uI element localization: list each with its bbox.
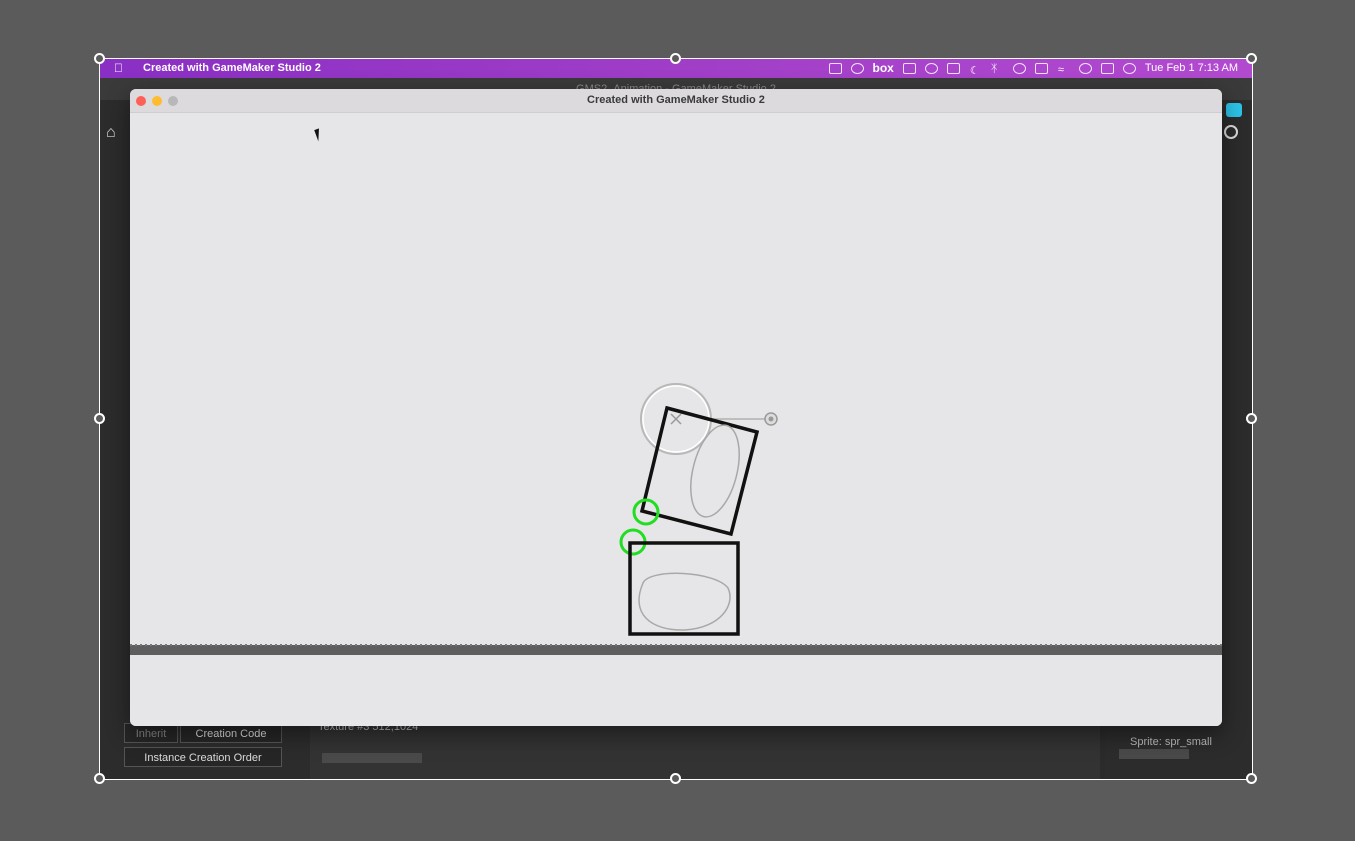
- camera-icon[interactable]: [902, 62, 916, 74]
- game-canvas[interactable]: [130, 113, 1222, 726]
- resize-handle-middle-left[interactable]: [94, 413, 105, 424]
- resize-handle-bottom-center[interactable]: [670, 773, 681, 784]
- creation-code-button[interactable]: Creation Code: [180, 723, 282, 743]
- box-icon[interactable]: box: [873, 61, 894, 75]
- game-window-title: Created with GameMaker Studio 2: [587, 94, 765, 106]
- bluetooth-icon[interactable]: ᛡ: [991, 63, 1004, 75]
- lower-body-sketch: [638, 572, 731, 631]
- sprite-name-text: Sprite: spr_small: [1130, 736, 1212, 748]
- home-icon[interactable]: ⌂: [106, 124, 122, 141]
- chat-icon[interactable]: [1226, 103, 1242, 117]
- search-icon[interactable]: [1078, 62, 1092, 74]
- inherit-button[interactable]: Inherit: [124, 723, 178, 743]
- game-window: Created with GameMaker Studio 2: [130, 89, 1222, 726]
- target-icon[interactable]: [1224, 125, 1238, 139]
- menubar-app-name[interactable]: Created with GameMaker Studio 2: [143, 62, 321, 74]
- game-window-titlebar: Created with GameMaker Studio 2: [130, 89, 1222, 113]
- menubar-clock[interactable]: Tue Feb 1 7:13 AM: [1145, 62, 1238, 74]
- lower-floor: [130, 655, 1222, 726]
- play-icon[interactable]: [1012, 62, 1026, 74]
- ground-strip: [130, 645, 1222, 655]
- lower-box: [628, 541, 740, 636]
- room-horizontal-scrollbar[interactable]: [322, 753, 422, 763]
- globe-icon[interactable]: [924, 62, 938, 74]
- instance-creation-order-button[interactable]: Instance Creation Order: [124, 747, 282, 767]
- ide-bottom-panel: Texture #3 512,1024: [310, 719, 1100, 779]
- pivot-handle-dot: [768, 416, 774, 422]
- menubar-status-icons: box ☾ ᛡ ≈ Tue Feb 1 7:13 AM: [828, 61, 1238, 77]
- resize-handle-bottom-right[interactable]: [1246, 773, 1257, 784]
- resize-handle-top-right[interactable]: [1246, 53, 1257, 64]
- wifi-icon[interactable]: ≈: [1057, 63, 1070, 76]
- video-icon[interactable]: [828, 62, 842, 74]
- right-horizontal-scrollbar[interactable]: [1119, 749, 1189, 759]
- battery-icon[interactable]: [1034, 62, 1048, 74]
- control-center-icon[interactable]: [1100, 62, 1114, 74]
- creative-cloud-icon[interactable]: [850, 62, 864, 74]
- siri-icon[interactable]: [1122, 62, 1136, 74]
- moon-icon[interactable]: ☾: [969, 63, 982, 77]
- display-icon[interactable]: [946, 62, 960, 74]
- resize-handle-top-center[interactable]: [670, 53, 681, 64]
- resize-handle-top-left[interactable]: [94, 53, 105, 64]
- apple-menu-icon[interactable]: : [114, 61, 123, 75]
- resize-handle-bottom-left[interactable]: [94, 773, 105, 784]
- resize-handle-middle-right[interactable]: [1246, 413, 1257, 424]
